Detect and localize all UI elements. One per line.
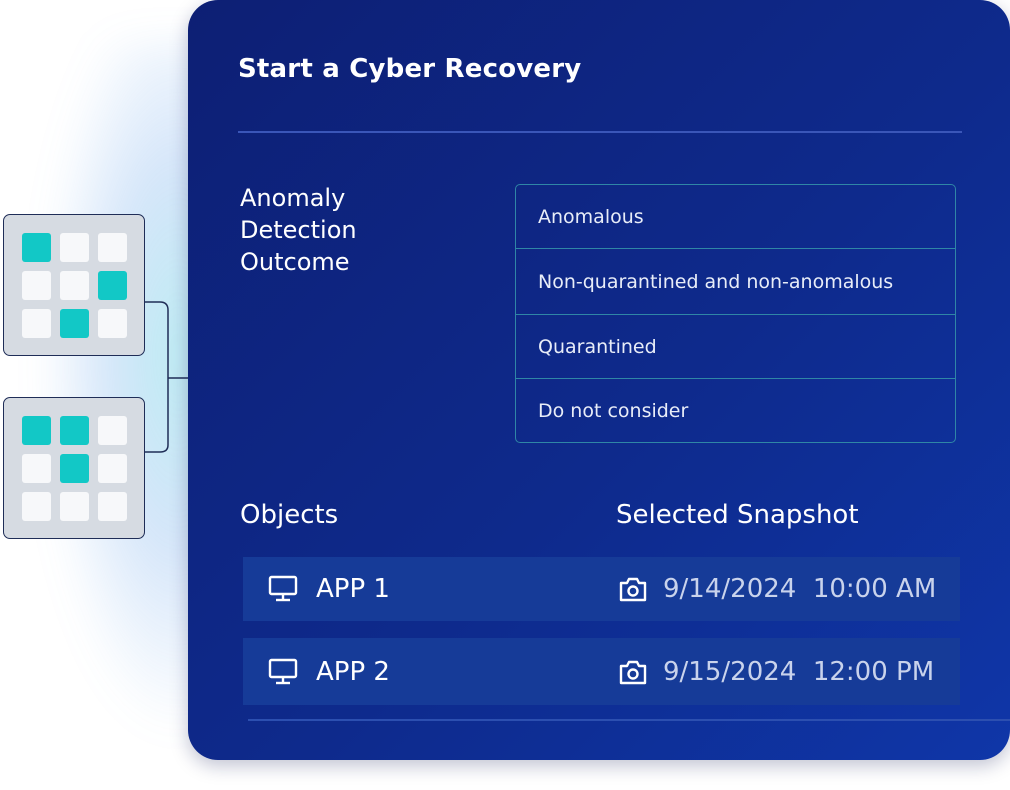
- grid-cell: [98, 492, 127, 521]
- stage: Start a Cyber Recovery Anomaly Detection…: [0, 0, 1010, 790]
- object-name: APP 2: [316, 656, 390, 687]
- grid-cell: [22, 416, 51, 445]
- detection-outcome-label: Anomaly Detection Outcome: [240, 182, 470, 278]
- grid-cell: [60, 416, 89, 445]
- object-row-app-1[interactable]: APP 1 9/14/2024 10:00 AM: [243, 557, 960, 621]
- grid-cell: [60, 454, 89, 483]
- data-grid-tile-1: [3, 214, 145, 356]
- monitor-icon: [268, 658, 298, 684]
- panel-title: Start a Cyber Recovery: [238, 54, 582, 84]
- snapshot-datetime: 9/15/2024 12:00 PM: [663, 656, 935, 687]
- grid-cell: [22, 454, 51, 483]
- bottom-divider: [248, 719, 1010, 721]
- grid-cell: [98, 271, 127, 300]
- snapshot-header: Selected Snapshot: [616, 500, 859, 530]
- grid-cell: [98, 454, 127, 483]
- grid-cell: [60, 492, 89, 521]
- grid-cell: [22, 492, 51, 521]
- option-anomalous[interactable]: Anomalous: [516, 185, 955, 248]
- detection-label-text: Anomaly Detection Outcome: [240, 184, 357, 276]
- cyber-recovery-panel: Start a Cyber Recovery Anomaly Detection…: [188, 0, 1010, 760]
- grid-cell: [98, 233, 127, 262]
- snapshot-datetime: 9/14/2024 10:00 AM: [663, 574, 937, 604]
- monitor-icon: [268, 575, 298, 602]
- option-non-quarantined[interactable]: Non-quarantined and non-anomalous: [516, 248, 955, 314]
- title-divider: [238, 131, 962, 133]
- detection-outcome-options: Anomalous Non-quarantined and non-anomal…: [515, 184, 956, 443]
- option-quarantined[interactable]: Quarantined: [516, 314, 955, 378]
- grid-cell: [22, 309, 51, 338]
- grid-cell: [60, 233, 89, 262]
- data-grid-tile-2: [3, 397, 145, 539]
- objects-header: Objects: [240, 500, 339, 530]
- object-name: APP 1: [316, 574, 390, 604]
- object-row-app-2[interactable]: APP 2 9/15/2024 12:00 PM: [243, 638, 960, 705]
- grid-cell: [98, 416, 127, 445]
- grid-cell: [60, 309, 89, 338]
- camera-icon: [619, 660, 647, 684]
- grid-cell: [60, 271, 89, 300]
- connector-lines: [145, 301, 190, 453]
- grid-cell: [22, 233, 51, 262]
- camera-icon: [619, 577, 647, 602]
- option-do-not-consider[interactable]: Do not consider: [516, 378, 955, 442]
- grid-cell: [98, 309, 127, 338]
- grid-cell: [22, 271, 51, 300]
